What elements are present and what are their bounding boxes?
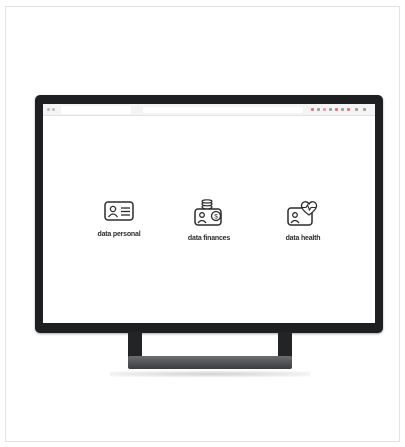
- stand-shadow: [110, 371, 310, 377]
- extension-icon[interactable]: [323, 108, 326, 111]
- address-bar[interactable]: [143, 107, 303, 113]
- data-personal-item[interactable]: data personal: [79, 199, 159, 238]
- coins-card-icon: $: [194, 199, 222, 226]
- menu-icon[interactable]: [363, 108, 366, 111]
- browser-dot-icon: [52, 108, 55, 111]
- monitor-screen: data personal $ data finances data healt…: [43, 104, 375, 323]
- data-health-item[interactable]: data health: [263, 199, 343, 242]
- browser-dot-icon: [47, 108, 50, 111]
- extension-icon[interactable]: [329, 108, 332, 111]
- browser-toolbar: [43, 104, 375, 116]
- extension-icon[interactable]: [347, 108, 350, 111]
- extension-icon[interactable]: [311, 108, 314, 111]
- extension-icon[interactable]: [335, 108, 338, 111]
- monitor: data personal $ data finances data healt…: [35, 95, 383, 333]
- data-health-label: data health: [285, 235, 321, 242]
- menu-icon[interactable]: [355, 108, 358, 111]
- extension-icon[interactable]: [317, 108, 320, 111]
- monitor-stand-base: [128, 356, 292, 369]
- data-personal-label: data personal: [97, 231, 141, 238]
- data-finances-label: data finances: [187, 235, 231, 242]
- svg-text:$: $: [214, 214, 218, 221]
- heart-pulse-card-icon: [287, 201, 318, 226]
- browser-tab[interactable]: [61, 106, 131, 114]
- id-card-icon: [104, 201, 134, 221]
- extension-icon[interactable]: [341, 108, 344, 111]
- data-finances-item[interactable]: $ data finances: [169, 199, 249, 242]
